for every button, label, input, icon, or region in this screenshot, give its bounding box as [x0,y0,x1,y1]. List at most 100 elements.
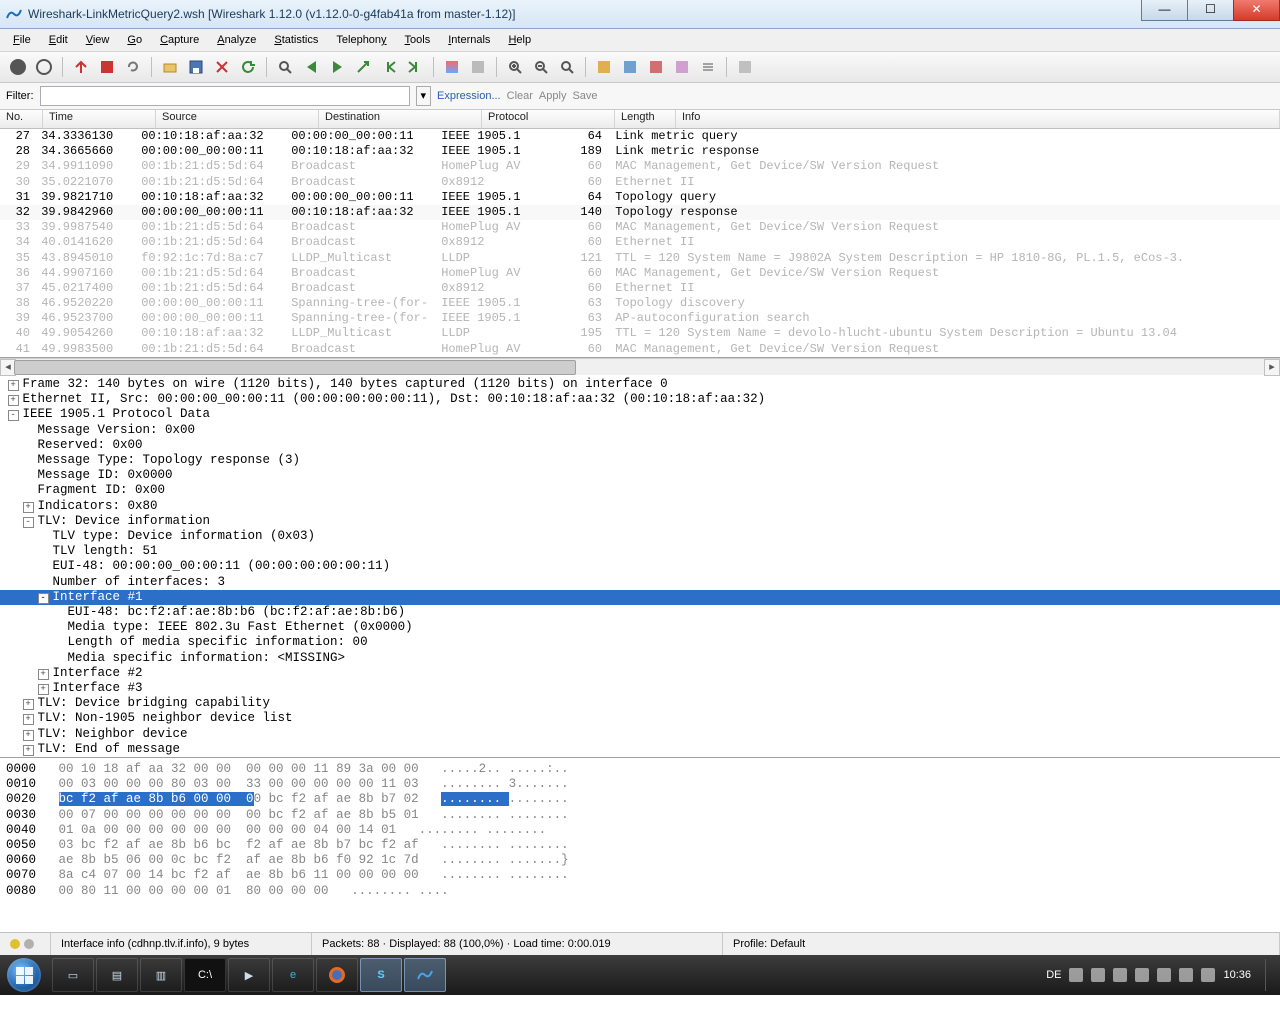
packet-list[interactable]: 27 34.3336130 00:10:18:af:aa:32 00:00:00… [0,129,1280,358]
expression-link[interactable]: Expression... [437,90,501,102]
expand-icon[interactable]: + [38,669,49,680]
tree-row[interactable]: +TLV: End of message [0,742,1280,757]
tray-action-icon[interactable] [1135,968,1149,982]
prefs-icon[interactable] [696,55,720,79]
packet-row[interactable]: 37 45.0217400 00:1b:21:d5:5d:64 Broadcas… [0,281,1280,296]
capture-comment-icon[interactable] [24,939,34,949]
tray-app-icon[interactable] [1201,968,1215,982]
tree-row[interactable]: +Interface #2 [0,666,1280,681]
tree-row[interactable]: +Ethernet II, Src: 00:00:00_00:00:11 (00… [0,392,1280,407]
tray-clock[interactable]: 10:36 [1223,969,1251,981]
hex-row[interactable]: 0080 00 80 11 00 00 00 00 01 80 00 00 00… [6,884,1280,899]
tree-row[interactable]: +TLV: Device bridging capability [0,696,1280,711]
col-source[interactable]: Source [156,110,319,128]
horizontal-scrollbar[interactable]: ◂ ▸ [0,358,1280,375]
save-icon[interactable] [184,55,208,79]
zoom-reset-icon[interactable] [555,55,579,79]
go-first-icon[interactable] [377,55,401,79]
packet-row[interactable]: 38 46.9520220 00:00:00_00:00:11 Spanning… [0,296,1280,311]
tree-row[interactable]: TLV length: 51 [0,544,1280,559]
tree-row[interactable]: Message Version: 0x00 [0,423,1280,438]
expand-icon[interactable]: + [23,502,34,513]
maximize-button[interactable]: ☐ [1187,0,1234,21]
packet-row[interactable]: 40 49.9054260 00:10:18:af:aa:32 LLDP_Mul… [0,326,1280,341]
go-forward-icon[interactable] [325,55,349,79]
tree-row[interactable]: Fragment ID: 0x00 [0,483,1280,498]
menu-capture[interactable]: Capture [151,32,208,48]
filter-dropdown-button[interactable]: ▾ [416,86,432,106]
col-info[interactable]: Info [676,110,1280,128]
task-media-player[interactable]: ▶ [228,958,270,992]
tree-row[interactable]: EUI-48: 00:00:00_00:00:11 (00:00:00:00:0… [0,559,1280,574]
close-button[interactable]: ✕ [1233,0,1280,21]
tree-row[interactable]: +TLV: Neighbor device [0,727,1280,742]
packet-bytes-hex[interactable]: 0000 00 10 18 af aa 32 00 00 00 00 00 11… [0,758,1280,932]
clear-link[interactable]: Clear [507,90,533,102]
expand-icon[interactable]: + [8,395,19,406]
hex-row[interactable]: 0070 8a c4 07 00 14 bc f2 af ae 8b b6 11… [6,868,1280,883]
packet-row[interactable]: 29 34.9911090 00:1b:21:d5:5d:64 Broadcas… [0,159,1280,174]
windows-taskbar[interactable]: ▭ ▤ ▥ C:\ ▶ e S DE 10:36 [0,955,1280,995]
hex-row[interactable]: 0010 00 03 00 00 00 80 03 00 33 00 00 00… [6,777,1280,792]
tray-lang[interactable]: DE [1046,969,1061,981]
collapse-icon[interactable]: - [38,593,49,604]
tree-row[interactable]: -TLV: Device information [0,514,1280,529]
close-file-icon[interactable] [210,55,234,79]
col-protocol[interactable]: Protocol [482,110,615,128]
hex-row[interactable]: 0020 bc f2 af ae 8b b6 00 00 00 bc f2 af… [6,792,1280,807]
tree-row[interactable]: +Indicators: 0x80 [0,499,1280,514]
packet-row[interactable]: 35 43.8945010 f0:92:1c:7d:8a:c7 LLDP_Mul… [0,251,1280,266]
apply-link[interactable]: Apply [539,90,567,102]
packet-row[interactable]: 30 35.0221070 00:1b:21:d5:5d:64 Broadcas… [0,175,1280,190]
packet-row[interactable]: 36 44.9907160 00:1b:21:d5:5d:64 Broadcas… [0,266,1280,281]
tree-row[interactable]: EUI-48: bc:f2:af:ae:8b:b6 (bc:f2:af:ae:8… [0,605,1280,620]
reload-icon[interactable] [236,55,260,79]
tree-row[interactable]: Reserved: 0x00 [0,438,1280,453]
menu-telephony[interactable]: Telephony [327,32,395,48]
go-to-icon[interactable] [351,55,375,79]
menu-view[interactable]: View [77,32,119,48]
tree-row[interactable]: +Interface #3 [0,681,1280,696]
packet-row[interactable]: 41 49.9983500 00:1b:21:d5:5d:64 Broadcas… [0,342,1280,357]
col-no[interactable]: No. [0,110,43,128]
col-destination[interactable]: Destination [319,110,482,128]
status-profile[interactable]: Profile: Default [723,933,1280,955]
tree-row[interactable]: Message ID: 0x0000 [0,468,1280,483]
expand-icon[interactable]: + [23,730,34,741]
save-link[interactable]: Save [572,90,597,102]
packet-row[interactable]: 34 40.0141620 00:1b:21:d5:5d:64 Broadcas… [0,235,1280,250]
options-icon[interactable] [32,55,56,79]
task-windows-explorer[interactable]: ▭ [52,958,94,992]
packet-row[interactable]: 27 34.3336130 00:10:18:af:aa:32 00:00:00… [0,129,1280,144]
task-cmd[interactable]: C:\ [184,958,226,992]
expand-icon[interactable]: + [38,684,49,695]
expand-icon[interactable]: + [8,380,19,391]
tree-row[interactable]: Media type: IEEE 802.3u Fast Ethernet (0… [0,620,1280,635]
tree-row[interactable]: TLV type: Device information (0x03) [0,529,1280,544]
menu-statistics[interactable]: Statistics [265,32,327,48]
hex-row[interactable]: 0030 00 07 00 00 00 00 00 00 00 bc f2 af… [6,808,1280,823]
scrollbar-thumb[interactable] [14,360,576,375]
expand-icon[interactable]: + [23,699,34,710]
packet-row[interactable]: 33 39.9987540 00:1b:21:d5:5d:64 Broadcas… [0,220,1280,235]
task-notepad[interactable]: ▥ [140,958,182,992]
tray-app-icon[interactable] [1179,968,1193,982]
system-tray[interactable]: DE 10:36 [1046,959,1274,991]
packet-list-header[interactable]: No. Time Source Destination Protocol Len… [0,110,1280,129]
resize-columns-icon[interactable] [592,55,616,79]
packet-row[interactable]: 31 39.9821710 00:10:18:af:aa:32 00:00:00… [0,190,1280,205]
menu-go[interactable]: Go [118,32,151,48]
go-last-icon[interactable] [403,55,427,79]
expand-icon[interactable]: + [23,714,34,725]
packet-row[interactable]: 28 34.3665660 00:00:00_00:00:11 00:10:18… [0,144,1280,159]
tree-row[interactable]: -IEEE 1905.1 Protocol Data [0,407,1280,422]
menu-edit[interactable]: Edit [40,32,77,48]
interfaces-icon[interactable] [6,55,30,79]
expand-icon[interactable]: + [23,745,34,756]
packet-row[interactable]: 39 46.9523700 00:00:00_00:00:11 Spanning… [0,311,1280,326]
display-filters-icon[interactable] [644,55,668,79]
find-icon[interactable] [273,55,297,79]
task-libraries[interactable]: ▤ [96,958,138,992]
menu-help[interactable]: Help [499,32,540,48]
tree-row[interactable]: Media specific information: <MISSING> [0,651,1280,666]
